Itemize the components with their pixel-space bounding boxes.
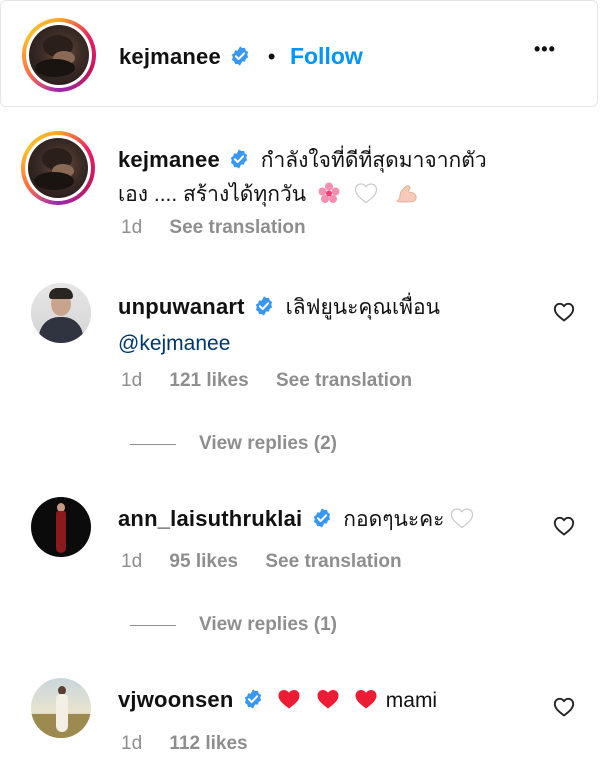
comment-body-1: unpuwanart เลิฟยูนะคุณเพื่อน @kejmanee (118, 290, 538, 363)
follow-button[interactable]: Follow (290, 43, 363, 69)
caption-see-translation[interactable]: See translation (169, 217, 305, 238)
caption-line-1: กำลังใจที่ดีที่สุดมาจากตัว (260, 149, 487, 172)
red-heart-icon (278, 690, 300, 709)
comment-meta-1: 1d 121 likes See translation (121, 370, 412, 392)
comment-username-2[interactable]: ann_laisuthruklai (118, 506, 302, 531)
comment-meta-2: 1d 95 likes See translation (121, 551, 402, 573)
comment-text-2: กอดๆนะคะ (343, 508, 445, 531)
comment-likes-2[interactable]: 95 likes (169, 551, 238, 572)
header-avatar[interactable] (22, 18, 96, 92)
caption-avatar[interactable] (21, 131, 95, 205)
verified-badge-icon (244, 689, 262, 709)
comment-body-3: vjwoonsen mami (118, 684, 538, 719)
comment-avatar-unpuwanart[interactable] (31, 283, 91, 343)
verified-badge-icon (231, 149, 248, 169)
comment-time-1[interactable]: 1d (121, 370, 142, 391)
caption-time[interactable]: 1d (121, 217, 142, 238)
cherry-blossom-icon (318, 182, 340, 203)
like-heart-icon[interactable] (552, 695, 576, 719)
replies-divider (130, 625, 176, 626)
verified-badge-icon (256, 296, 273, 316)
like-heart-icon[interactable] (552, 300, 576, 324)
header-user-line: kejmanee • Follow (119, 41, 363, 71)
replies-divider (130, 444, 176, 445)
comment-time-3[interactable]: 1d (121, 733, 142, 754)
header-separator: • (267, 44, 276, 69)
caption-text: kejmanee กำลังใจที่ดีที่สุดมาจากตัว เอง … (118, 144, 558, 213)
comment-avatar-vjwoonsen[interactable] (31, 678, 91, 738)
red-heart-icon (355, 690, 377, 709)
flexed-biceps-icon (397, 185, 418, 203)
verified-badge-icon (232, 46, 249, 66)
comment-username-3[interactable]: vjwoonsen (118, 687, 234, 712)
view-replies-button-2[interactable]: View replies (1) (199, 614, 337, 636)
comment-username-1[interactable]: unpuwanart (118, 294, 245, 319)
white-heart-icon (354, 183, 378, 204)
comment-likes-3[interactable]: 112 likes (169, 733, 247, 754)
comment-meta-3: 1d 112 likes (121, 733, 248, 755)
verified-badge-icon (313, 508, 330, 528)
more-options-icon[interactable]: ••• (534, 39, 556, 60)
comment-avatar-ann-laisuthruklai[interactable] (31, 497, 91, 557)
comment-text-3: mami (385, 689, 438, 712)
comment-see-translation-2[interactable]: See translation (265, 551, 401, 572)
caption-meta: 1d See translation (121, 217, 306, 239)
comment-likes-1[interactable]: 121 likes (169, 370, 248, 391)
header-username[interactable]: kejmanee (119, 44, 221, 69)
caption-username[interactable]: kejmanee (118, 147, 220, 172)
post-header: kejmanee • Follow ••• (0, 0, 598, 107)
comment-mention-1[interactable]: @kejmanee (118, 332, 230, 355)
instagram-post-comments: kejmanee • Follow ••• kejmanee กำลังใจที… (0, 0, 600, 763)
comment-see-translation-1[interactable]: See translation (276, 370, 412, 391)
comment-text-1: เลิฟยูนะคุณเพื่อน (285, 296, 440, 319)
comment-body-2: ann_laisuthruklai กอดๆนะคะ (118, 503, 538, 538)
comment-time-2[interactable]: 1d (121, 551, 142, 572)
white-heart-icon (450, 508, 474, 529)
red-heart-icon (317, 690, 339, 709)
view-replies-button-1[interactable]: View replies (2) (199, 433, 337, 455)
like-heart-icon[interactable] (552, 514, 576, 538)
caption-line-2: เอง .... สร้างได้ทุกวัน (118, 183, 307, 206)
